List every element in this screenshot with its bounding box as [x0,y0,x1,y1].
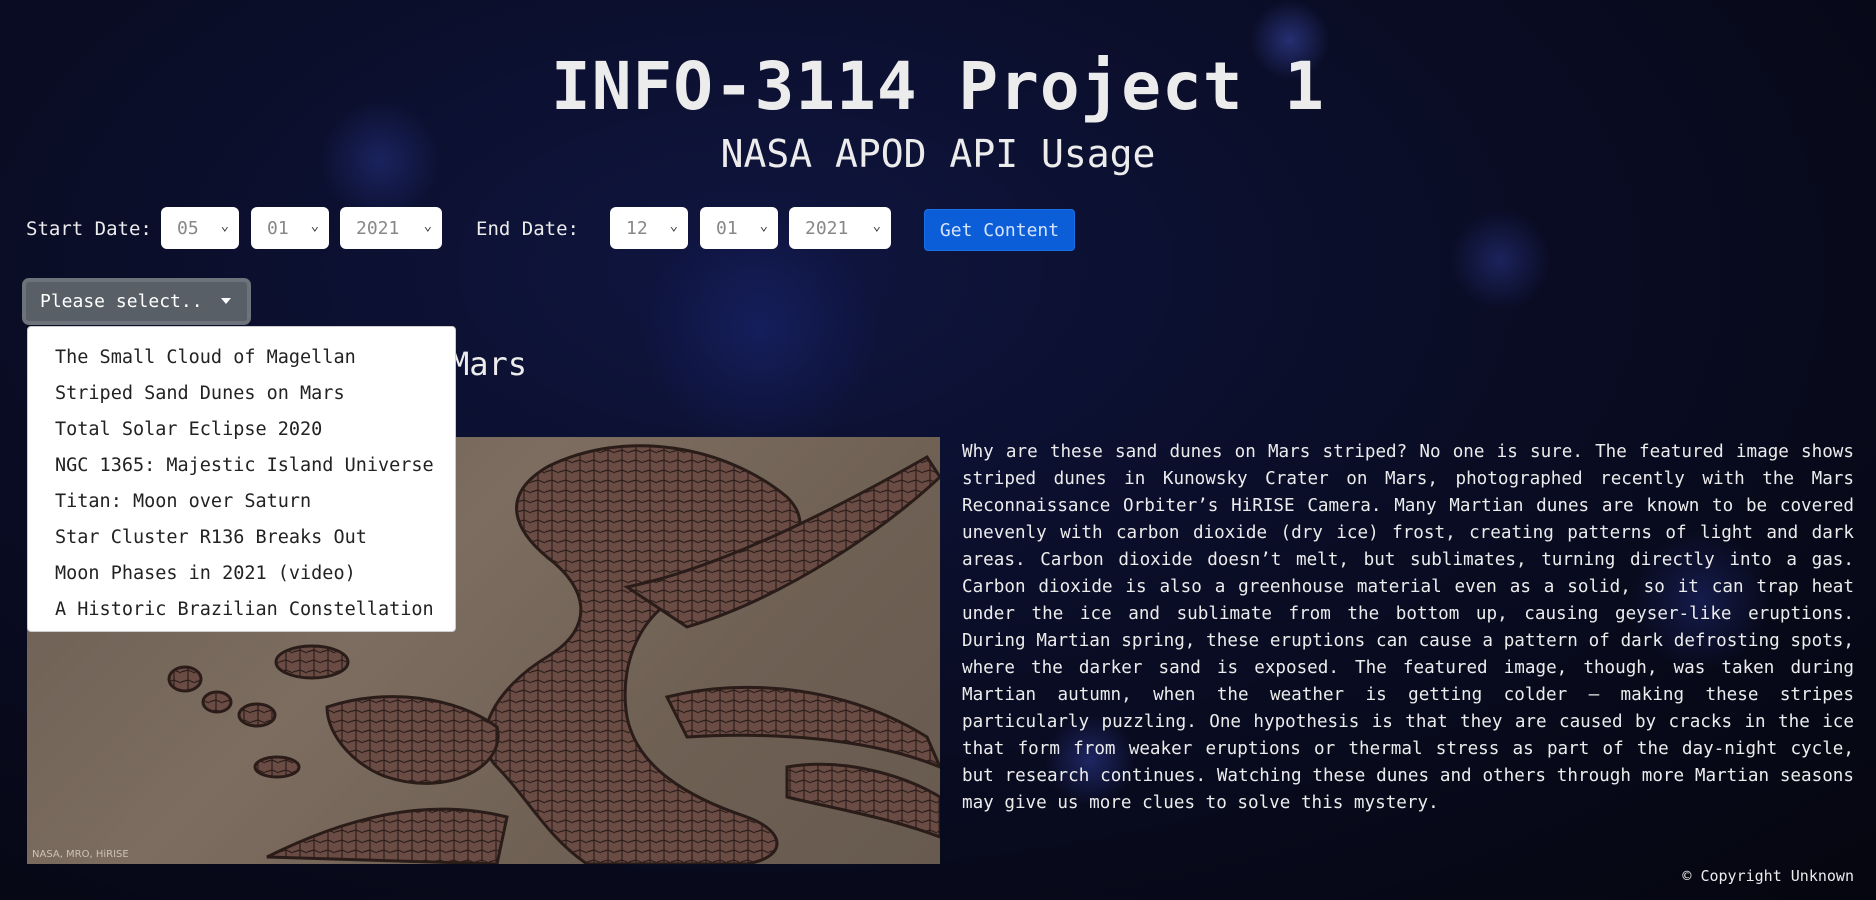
chevron-down-icon: ⌄ [423,218,432,234]
dropdown-item[interactable]: Total Solar Eclipse 2020 [28,412,455,448]
start-year-select[interactable]: 2021 ⌄ [340,207,442,249]
end-date-label: End Date: [476,218,579,240]
page-subtitle: NASA APOD API Usage [720,132,1156,176]
start-month-value: 05 [177,217,199,239]
copyright-text: © Copyright Unknown [1682,867,1854,885]
dropdown-item[interactable]: Star Cluster R136 Breaks Out [28,520,455,556]
image-credit: NASA, MRO, HiRISE [32,849,129,860]
start-year-value: 2021 [356,217,400,239]
end-month-select[interactable]: 12 ⌄ [610,207,688,249]
chevron-down-icon: ⌄ [759,218,768,234]
start-day-select[interactable]: 01 ⌄ [251,207,329,249]
dropdown-toggle-label: Please select.. [40,291,203,312]
chevron-down-icon: ⌄ [310,218,319,234]
dropdown-item[interactable]: NGC 1365: Majestic Island Universe [28,448,455,484]
dropdown-menu: The Small Cloud of Magellan Striped Sand… [27,326,456,632]
start-day-value: 01 [267,217,289,239]
end-month-value: 12 [626,217,648,239]
end-year-select[interactable]: 2021 ⌄ [789,207,891,249]
title-select-dropdown[interactable]: Please select.. [22,278,251,325]
start-date-label: Start Date: [26,218,152,240]
chevron-down-icon: ⌄ [220,218,229,234]
chevron-down-icon: ⌄ [872,218,881,234]
get-content-button[interactable]: Get Content [924,209,1075,251]
dropdown-item[interactable]: Titan: Moon over Saturn [28,484,455,520]
end-day-value: 01 [716,217,738,239]
dropdown-item[interactable]: A Historic Brazilian Constellation [28,592,455,628]
page-title: INFO-3114 Project 1 [551,48,1325,125]
end-year-value: 2021 [805,217,849,239]
chevron-down-icon: ⌄ [669,218,678,234]
dropdown-item[interactable]: The Small Cloud of Magellan [28,340,455,376]
dropdown-item[interactable]: Striped Sand Dunes on Mars [28,376,455,412]
start-month-select[interactable]: 05 ⌄ [161,207,239,249]
end-day-select[interactable]: 01 ⌄ [700,207,778,249]
dropdown-item[interactable]: Moon Phases in 2021 (video) [28,556,455,592]
caret-down-icon [221,298,231,304]
explanation-text: Why are these sand dunes on Mars striped… [962,442,1854,813]
